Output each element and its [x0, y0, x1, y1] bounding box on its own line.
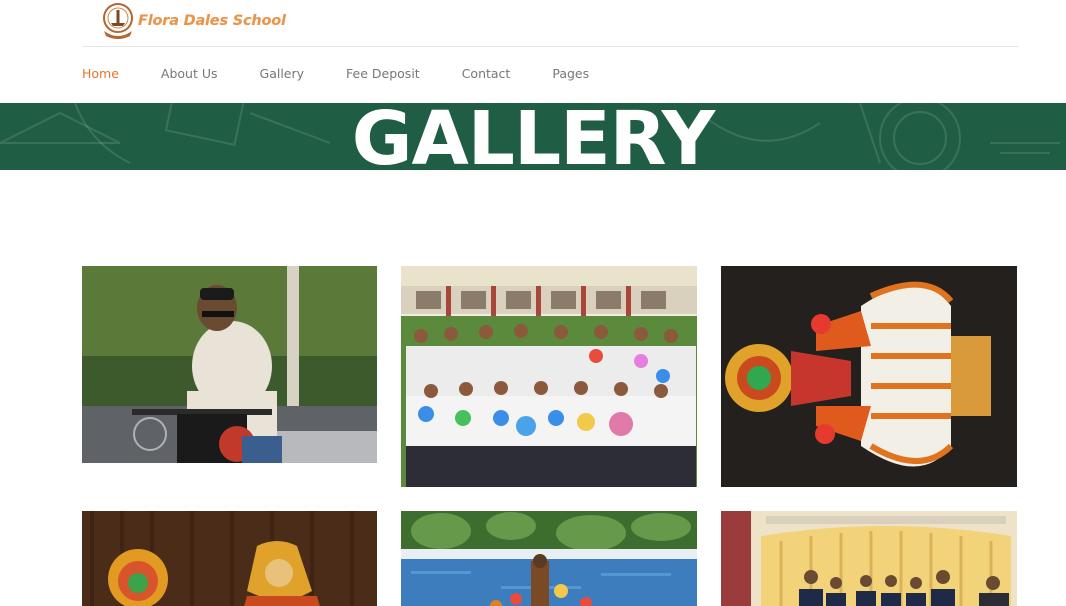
- gallery-photo-kathakali-dancer[interactable]: [721, 266, 1017, 487]
- logo[interactable]: Flora Dales School: [100, 0, 286, 42]
- school-emblem-icon: [103, 3, 133, 39]
- nav-about-us[interactable]: About Us: [161, 66, 218, 81]
- gallery-photo-poolside-activity[interactable]: [401, 511, 697, 606]
- gallery-photo-students-award-ceremony[interactable]: [721, 511, 1017, 606]
- nav-home[interactable]: Home: [82, 66, 119, 81]
- photo-image: [82, 266, 377, 463]
- main-nav: Home About Us Gallery Fee Deposit Contac…: [82, 66, 631, 81]
- site-header: Flora Dales School Home About Us Gallery…: [0, 0, 1066, 103]
- gallery-photo-students-with-paper-globes[interactable]: [401, 266, 697, 487]
- nav-gallery[interactable]: Gallery: [260, 66, 305, 81]
- photo-image: [82, 511, 377, 606]
- photo-image: [721, 266, 1017, 487]
- photo-image: [401, 511, 697, 606]
- page-title: GALLERY: [351, 96, 715, 182]
- gallery-photo-boy-on-motorbike[interactable]: [82, 266, 377, 463]
- photo-image: [721, 511, 1017, 606]
- banner-mask: [0, 170, 1066, 200]
- nav-pages[interactable]: Pages: [552, 66, 589, 81]
- gallery-photo-kathakali-stage-performance[interactable]: [82, 511, 377, 606]
- school-name: Flora Dales School: [138, 13, 286, 29]
- nav-contact[interactable]: Contact: [462, 66, 511, 81]
- nav-fee-deposit[interactable]: Fee Deposit: [346, 66, 420, 81]
- photo-image: [401, 266, 697, 487]
- header-divider: [82, 46, 1019, 47]
